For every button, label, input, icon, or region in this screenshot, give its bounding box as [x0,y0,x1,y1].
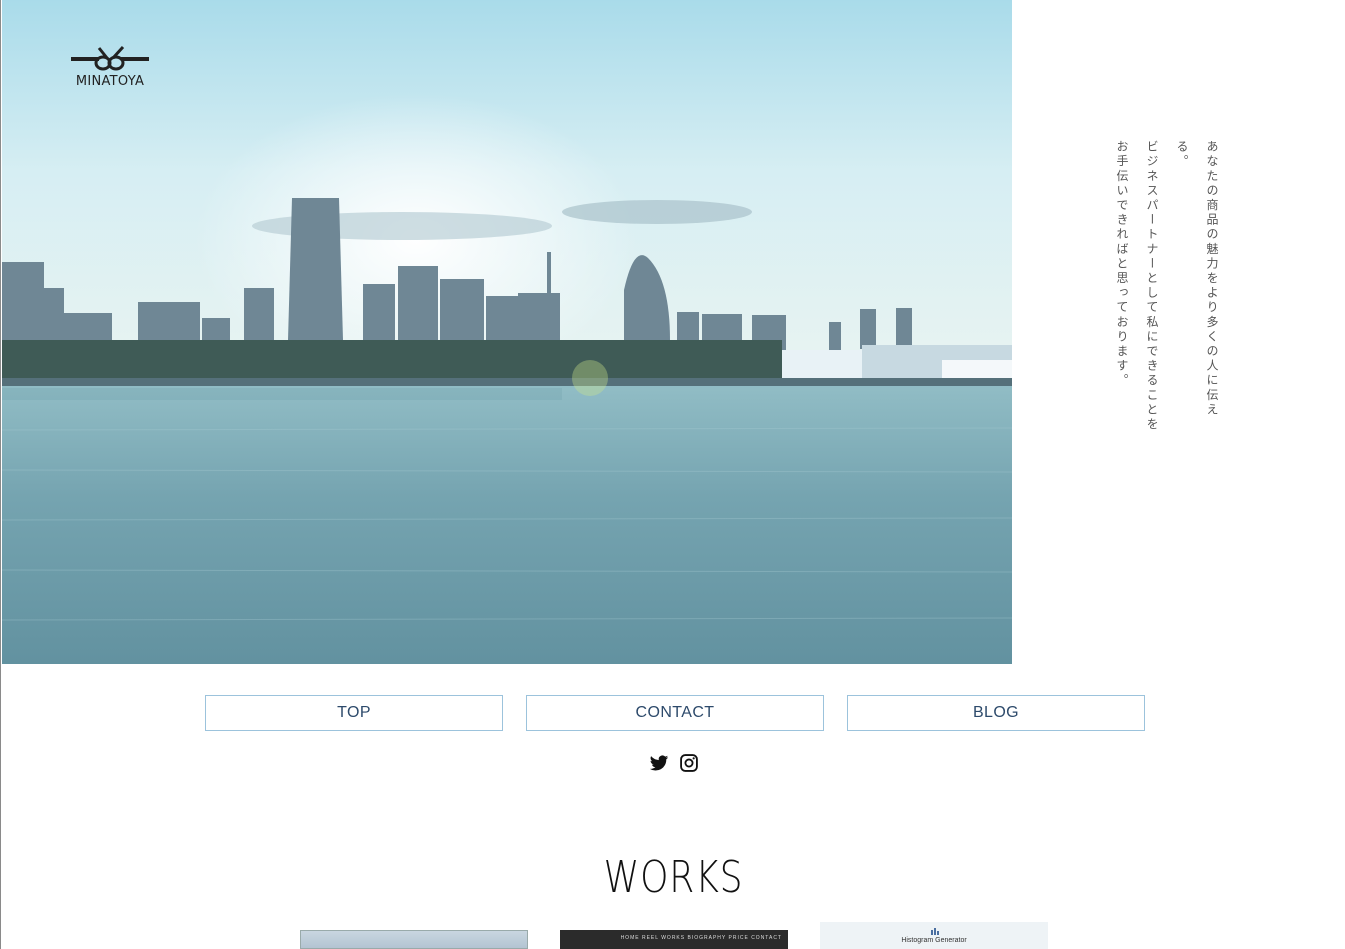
chart-icon [931,928,939,935]
nav-contact-button[interactable]: CONTACT [526,695,824,731]
work-thumbnail[interactable]: Histogram Generator [820,922,1048,949]
minatoya-logo[interactable]: MINATOYA [69,44,151,94]
instagram-icon[interactable] [679,753,699,773]
knot-icon [71,45,149,71]
thumbnail-title: Histogram Generator [901,937,967,944]
tagline-line: お手伝いできればと思っております。 [1115,140,1129,389]
social-links [649,753,699,773]
brand-name: MINATOYA [75,74,145,89]
main-nav: TOP CONTACT BLOG [205,695,1145,731]
nav-top-button[interactable]: TOP [205,695,503,731]
work-thumbnail[interactable] [300,930,528,949]
work-thumbnail[interactable]: HOME REEL WORKS BIOGRAPHY PRICE CONTACT [560,930,788,949]
works-heading: WORKS [603,852,744,903]
nav-blog-button[interactable]: BLOG [847,695,1145,731]
twitter-icon[interactable] [649,753,669,773]
thumbnail-menu-text: HOME REEL WORKS BIOGRAPHY PRICE CONTACT [620,935,782,941]
tagline-line: ビジネスパートナーとして私にできることを [1145,140,1159,432]
tagline-line: あなたの商品の魅力をより多くの人に伝える。 [1175,140,1219,418]
hero-tagline: あなたの商品の魅力をより多くの人に伝える。 ビジネスパートナーとして私にできるこ… [1107,140,1227,440]
hero-image: MINATOYA [2,0,1012,664]
